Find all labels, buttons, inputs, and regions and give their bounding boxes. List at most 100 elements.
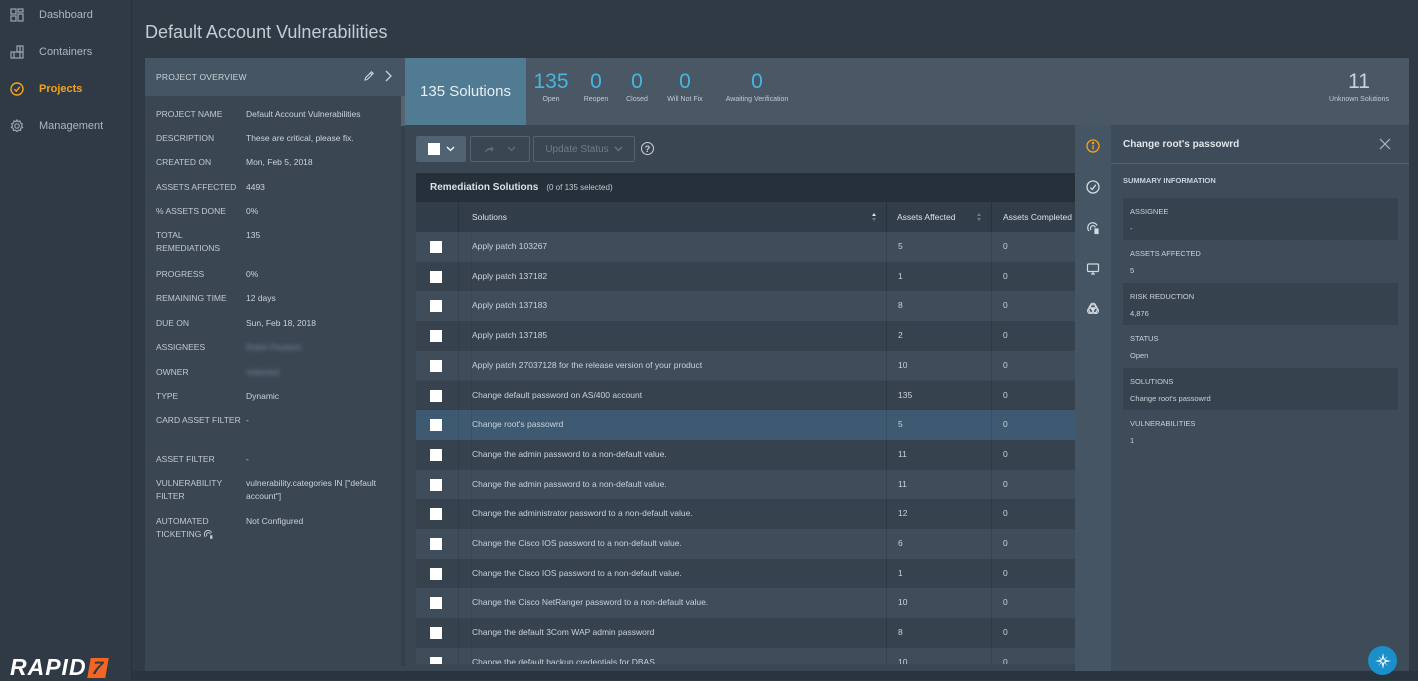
sort-icon[interactable]: [977, 213, 981, 221]
column-header-solutions[interactable]: Solutions: [458, 202, 886, 232]
sidebar-item-label: Dashboard: [39, 9, 93, 21]
biohazard-icon[interactable]: [1086, 302, 1100, 316]
table-row[interactable]: Apply patch 103267 5 0: [416, 232, 1075, 262]
field-value: 4,876: [1130, 308, 1149, 318]
sidebar-item-containers[interactable]: Containers: [0, 37, 132, 67]
solution-cell[interactable]: Apply patch 137182: [471, 261, 547, 292]
solution-cell[interactable]: Apply patch 137185: [471, 321, 547, 351]
sidebar-item-label: Containers: [39, 46, 93, 58]
row-checkbox[interactable]: [430, 478, 442, 491]
column-header-assets-completed[interactable]: Assets Completed: [991, 202, 1075, 232]
solution-cell[interactable]: Change the Cisco IOS password to a non-d…: [471, 529, 682, 559]
assets-completed-cell: 0: [991, 321, 1075, 351]
column-divider: [458, 529, 459, 559]
row-checkbox[interactable]: [430, 241, 442, 253]
solution-cell[interactable]: Change the Cisco IOS password to a non-d…: [471, 558, 682, 589]
overview-value: 0%: [246, 206, 259, 216]
overview-key: ASSETS AFFECTED: [156, 182, 237, 192]
help-widget-button[interactable]: [1368, 646, 1397, 675]
row-checkbox[interactable]: [430, 419, 442, 432]
solution-cell[interactable]: Apply patch 103267: [471, 232, 547, 262]
table-row[interactable]: Change the admin password to a non-defau…: [416, 439, 1075, 470]
row-checkbox[interactable]: [430, 597, 442, 610]
table-row[interactable]: Change the Cisco NetRanger password to a…: [416, 588, 1075, 619]
stat-unknown-solutions[interactable]: 11 Unknown Solutions: [1320, 70, 1398, 103]
edit-pencil-icon[interactable]: [363, 70, 375, 82]
assets-affected-value: 5: [898, 241, 903, 251]
row-checkbox[interactable]: [430, 627, 442, 640]
status-check-icon[interactable]: [1086, 180, 1100, 194]
solution-cell[interactable]: Change root's passowrd: [471, 410, 563, 440]
field-value: Open: [1130, 351, 1149, 361]
overview-value: 0%: [246, 269, 259, 279]
sidebar-item-management[interactable]: Management: [0, 111, 132, 141]
row-checkbox[interactable]: [430, 359, 442, 372]
solution-cell[interactable]: Change the default 3Com WAP admin passwo…: [471, 618, 654, 648]
table-body: Apply patch 103267 5 0 Apply patch 137182 1 0…: [416, 232, 1075, 664]
assets-completed-value: 0: [1003, 508, 1008, 519]
row-checkbox[interactable]: [430, 508, 442, 521]
table-row[interactable]: Change the default backup credentials fo…: [416, 647, 1075, 664]
close-icon[interactable]: [1379, 138, 1391, 150]
solutions-count-tile[interactable]: 135 Solutions: [405, 58, 526, 125]
solution-cell[interactable]: Change the admin password to a non-defau…: [471, 439, 667, 470]
table-row[interactable]: Change the administrator password to a n…: [416, 499, 1075, 529]
table-row[interactable]: Apply patch 137185 2 0: [416, 321, 1075, 351]
column-header-assets-affected[interactable]: Assets Affected: [886, 202, 991, 232]
solution-cell[interactable]: Apply patch 27037128 for the release ver…: [471, 350, 702, 381]
solution-cell[interactable]: Change default password on AS/400 accoun…: [471, 380, 642, 411]
row-checkbox[interactable]: [430, 270, 442, 283]
select-all-checkbox[interactable]: [427, 143, 440, 155]
row-checkbox[interactable]: [430, 300, 442, 313]
summary-section-title: SUMMARY INFORMATION: [1123, 176, 1216, 185]
page-scrollbar-track[interactable]: [1409, 58, 1418, 671]
table-row[interactable]: Apply patch 137182 1 0: [416, 261, 1075, 292]
solution-cell[interactable]: Change the default backup credentials fo…: [471, 647, 655, 664]
solution-detail-panel: Change root's passowrd SUMMARY INFORMATI…: [1111, 125, 1409, 671]
overview-row: VULNERABILITY FILTER vulnerability.catego…: [156, 477, 396, 503]
table-row[interactable]: Change the Cisco IOS password to a non-d…: [416, 558, 1075, 589]
stat-value: 11: [1348, 70, 1370, 93]
row-checkbox[interactable]: [430, 448, 442, 461]
stat-closed[interactable]: 0 Closed: [622, 70, 652, 103]
table-row[interactable]: Apply patch 137183 8 0: [416, 291, 1075, 322]
overview-key: CREATED ON: [156, 157, 212, 167]
solution-cell[interactable]: Apply patch 137183: [471, 291, 547, 322]
row-checkbox[interactable]: [430, 656, 442, 664]
row-checkbox[interactable]: [430, 538, 442, 550]
table-row[interactable]: Change the default 3Com WAP admin passwo…: [416, 618, 1075, 648]
collapse-chevron-right-icon[interactable]: [383, 69, 393, 83]
stat-open[interactable]: 135 Open: [533, 70, 569, 103]
overview-key: ASSIGNEES: [156, 342, 206, 352]
solution-cell[interactable]: Change the administrator password to a n…: [471, 499, 693, 529]
monitor-icon[interactable]: [1086, 262, 1100, 276]
stat-will-not-fix[interactable]: 0 Will Not Fix: [663, 70, 707, 103]
stat-value: 0: [590, 70, 602, 93]
table-row[interactable]: Apply patch 27037128 for the release ver…: [416, 350, 1075, 381]
update-status-button[interactable]: Update Status: [533, 136, 635, 162]
table-row[interactable]: Change the admin password to a non-defau…: [416, 469, 1075, 500]
table-row[interactable]: Change the Cisco IOS password to a non-d…: [416, 529, 1075, 559]
table-row[interactable]: Change root's passowrd 5 0: [416, 410, 1075, 440]
assign-action-button[interactable]: [470, 136, 530, 162]
sidebar-item-projects[interactable]: Projects: [0, 74, 132, 104]
sidebar-item-dashboard[interactable]: Dashboard: [0, 0, 132, 30]
row-checkbox[interactable]: [430, 330, 442, 343]
solution-cell[interactable]: Change the Cisco NetRanger password to a…: [471, 588, 708, 619]
info-icon[interactable]: [1086, 139, 1100, 153]
table-row[interactable]: Change default password on AS/400 accoun…: [416, 380, 1075, 411]
overview-row: CARD ASSET FILTER -: [156, 414, 396, 427]
row-checkbox[interactable]: [430, 567, 442, 580]
solution-cell[interactable]: Change the admin password to a non-defau…: [471, 469, 667, 500]
row-checkbox[interactable]: [430, 389, 442, 402]
ticketing-icon[interactable]: [1086, 221, 1100, 235]
select-all-dropdown-button[interactable]: [416, 136, 466, 162]
stat-awaiting-verification[interactable]: 0 Awaiting Verification: [717, 70, 797, 103]
overview-key: ASSET FILTER: [156, 454, 215, 464]
stat-reopen[interactable]: 0 Reopen: [580, 70, 612, 103]
help-icon[interactable]: ?: [641, 142, 654, 155]
assets-affected-cell: 11: [886, 439, 991, 470]
field-label: SOLUTIONS: [1130, 376, 1174, 386]
sort-icon[interactable]: [872, 213, 876, 221]
overview-title: PROJECT OVERVIEW: [156, 72, 247, 82]
